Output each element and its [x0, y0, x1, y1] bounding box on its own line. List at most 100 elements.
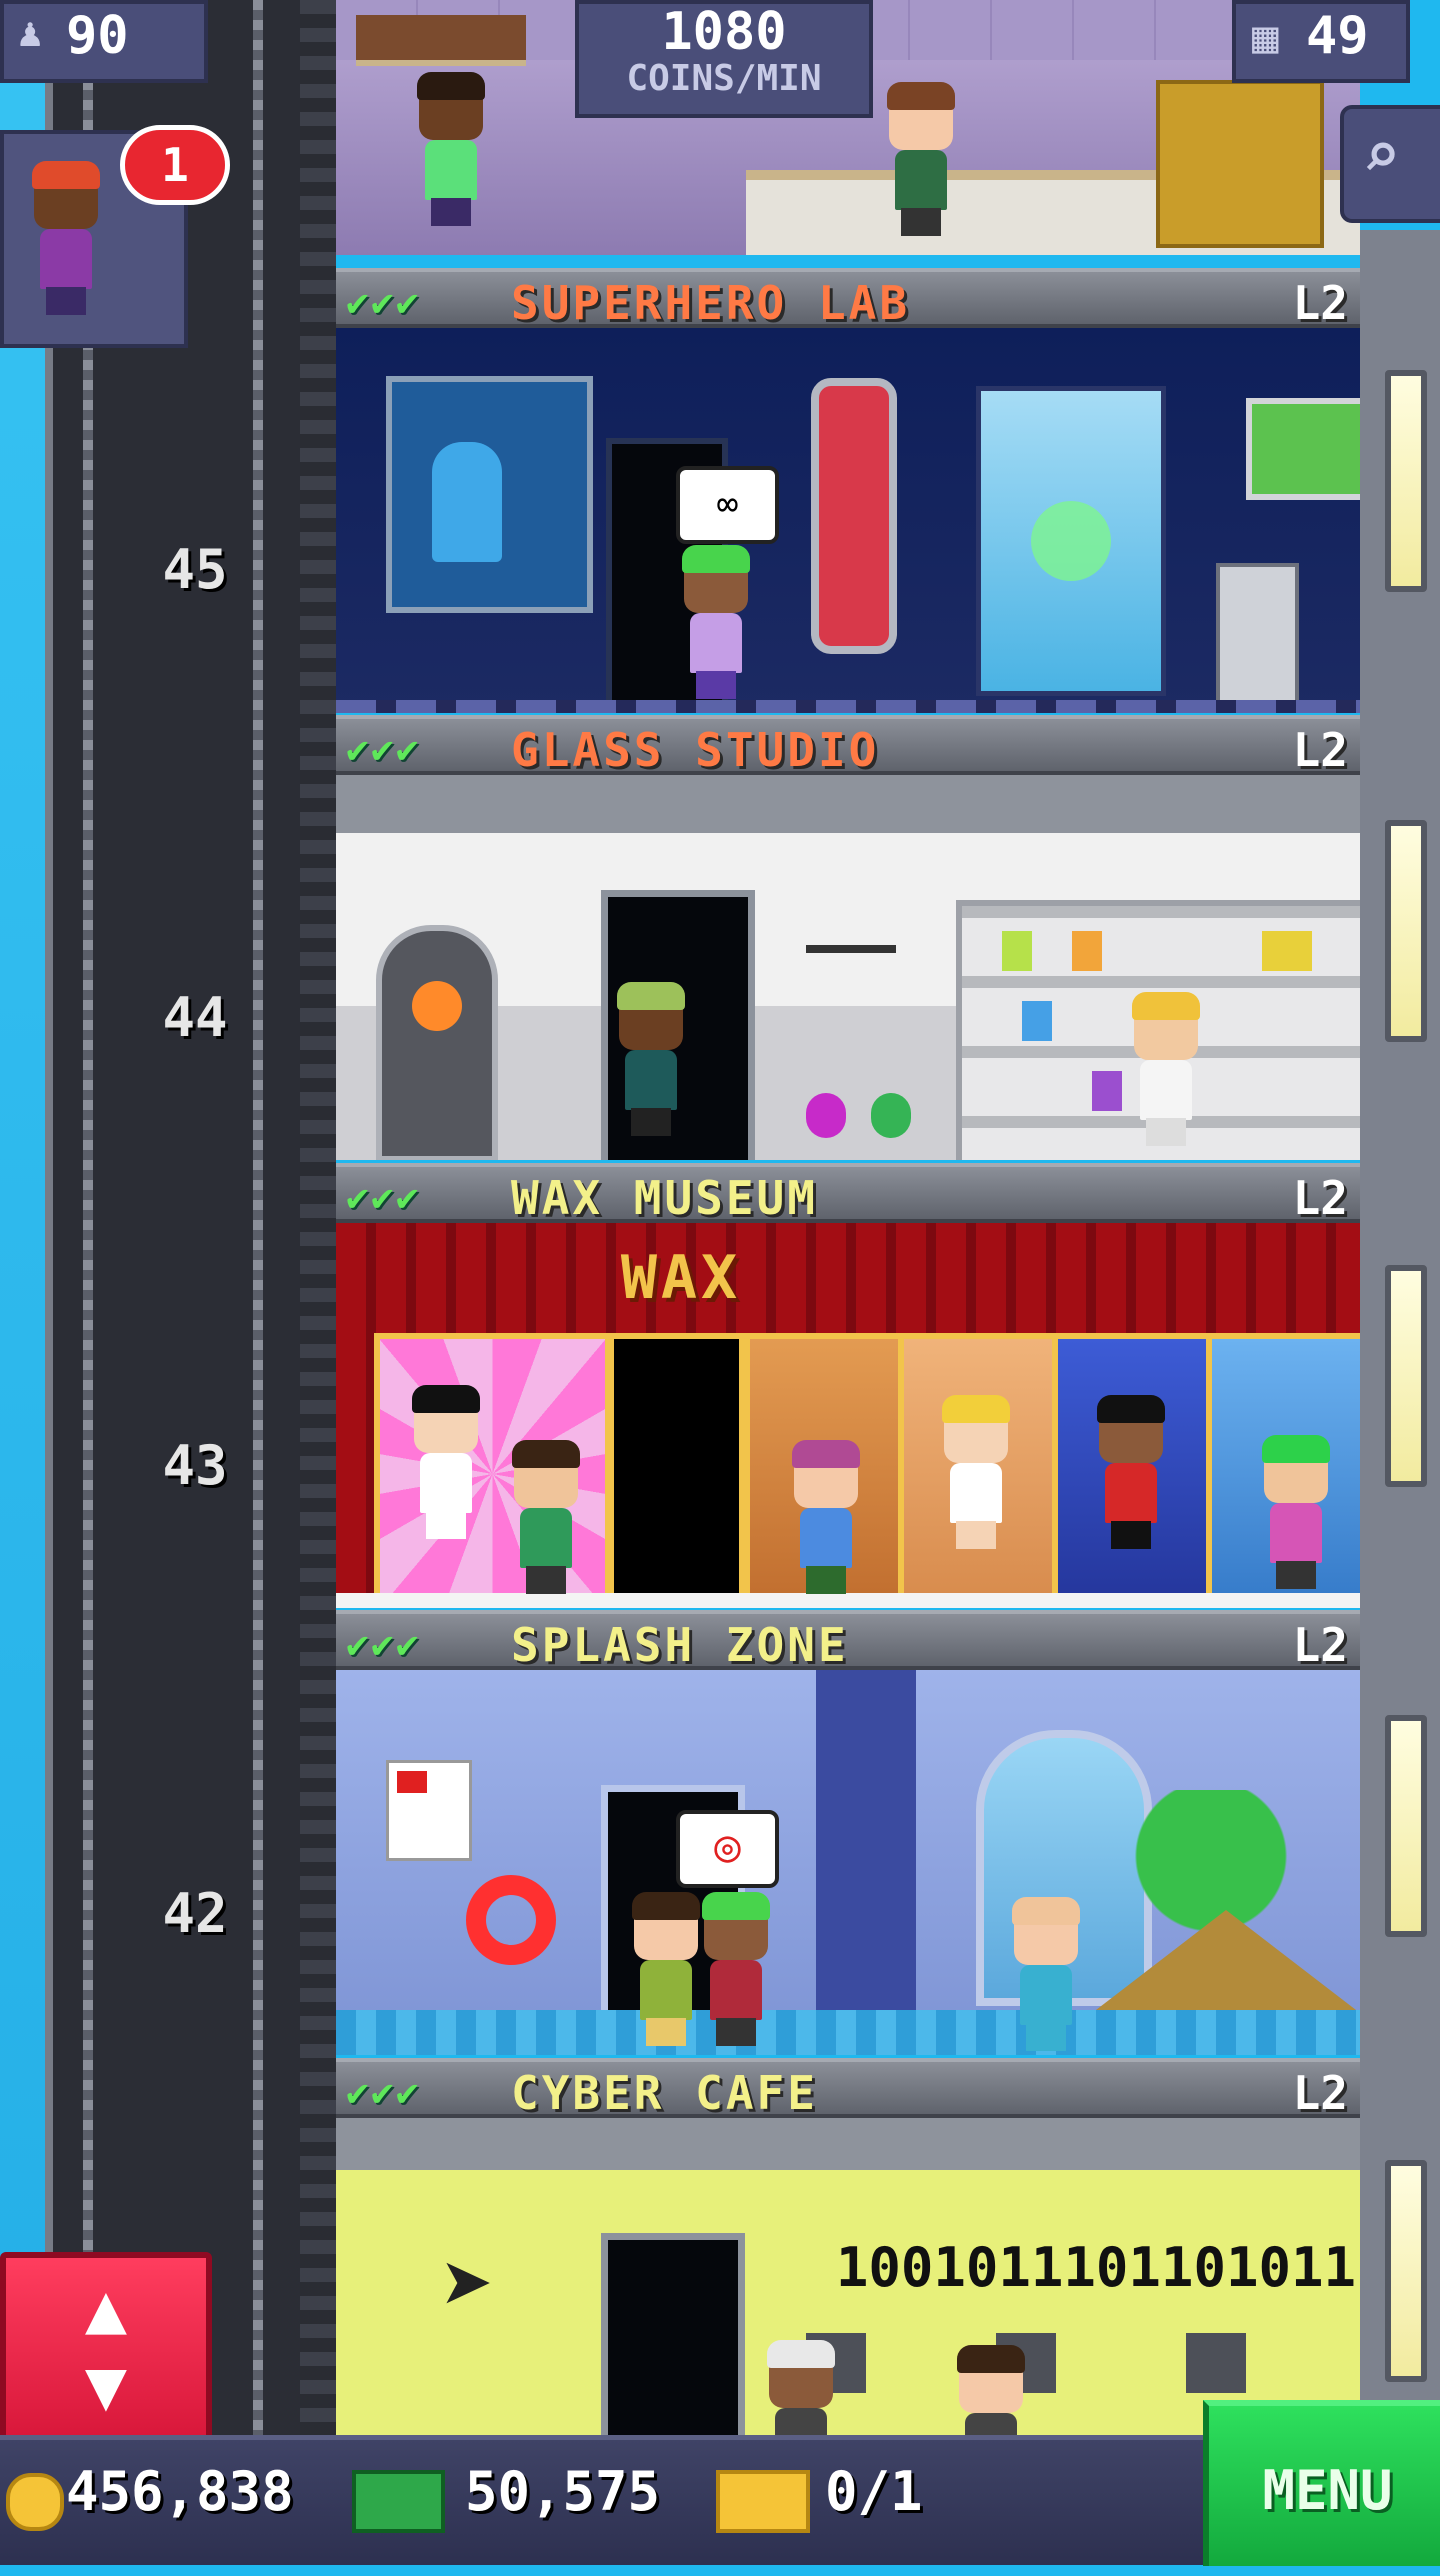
museum-door [608, 1333, 745, 1608]
elevator-button[interactable]: ▲ ▼ [0, 2252, 212, 2446]
magnifier-icon: ⌕ [1362, 119, 1401, 193]
elevator-floor-label: 44 [162, 986, 228, 1049]
tower-window [1385, 2160, 1427, 2382]
floor-level: L2 [1292, 723, 1348, 777]
visitor-avatar [26, 161, 106, 319]
bux-icon [352, 2470, 445, 2533]
population-box[interactable]: ♟ 90 [0, 0, 208, 83]
world-map [1246, 398, 1360, 500]
floor-name: GLASS STUDIO [511, 723, 880, 777]
tickets-value: 0/1 [825, 2460, 923, 2523]
tower-window [1385, 1715, 1427, 1937]
ticket-icon [716, 2470, 810, 2533]
speech-bubble: ∞ [676, 466, 779, 544]
superhero-lab-floor[interactable]: ∞ [336, 328, 1360, 713]
binary-wall-text: 1001011101101011 [835, 2236, 1356, 2299]
floor-level: L2 [1292, 1618, 1348, 1672]
bitizen[interactable] [881, 82, 961, 240]
star-checks: ✔✔✔ [346, 2070, 421, 2114]
shaft-frame [300, 0, 336, 2450]
floor-header-glass-studio[interactable]: ✔✔✔ GLASS STUDIO L2 [336, 715, 1360, 777]
star-checks: ✔✔✔ [346, 1622, 421, 1666]
floor-name: SPLASH ZONE [511, 1618, 849, 1672]
floors-count-box[interactable]: ▦ 49 [1232, 0, 1410, 83]
cyber-cafe-floor[interactable]: ➤ 1001011101101011 [336, 2118, 1360, 2438]
zoom-button[interactable]: ⌕ [1340, 105, 1440, 223]
floor-name: CYBER CAFE [511, 2066, 818, 2120]
star-checks: ✔✔✔ [346, 727, 421, 771]
population-count: 90 [66, 6, 129, 66]
population-icon: ♟ [18, 10, 43, 56]
floor-name: WAX MUSEUM [511, 1171, 818, 1225]
bitizen[interactable] [1006, 1897, 1086, 2055]
tower-window [1385, 1265, 1427, 1487]
coins-rate-box: 1080 COINS/MIN [575, 0, 873, 118]
floor-header-superhero-lab[interactable]: ✔✔✔ SUPERHERO LAB L2 [336, 268, 1360, 330]
cursor-icon: ➤ [441, 2233, 496, 2338]
notification-badge[interactable]: 1 [120, 125, 230, 205]
bitizen[interactable] [951, 2345, 1031, 2438]
bux-value: 50,575 [465, 2460, 661, 2523]
bitizen[interactable] [411, 72, 491, 230]
floor-header-splash-zone[interactable]: ✔✔✔ SPLASH ZONE L2 [336, 1610, 1360, 1672]
tool-rack [806, 945, 896, 1063]
floor-header-wax-museum[interactable]: ✔✔✔ WAX MUSEUM L2 [336, 1163, 1360, 1225]
glass-furnace [376, 925, 498, 1160]
up-arrow-icon: ▲ [84, 2267, 128, 2349]
bitizen[interactable] [626, 1892, 706, 2050]
computer-row [806, 2333, 1356, 2393]
tower-window [1385, 820, 1427, 1042]
star-checks: ✔✔✔ [346, 280, 421, 324]
oven-machine [1156, 80, 1324, 248]
floor-level: L2 [1292, 1171, 1348, 1225]
bitizen-worker[interactable] [1126, 992, 1206, 1150]
floor-header-cyber-cafe[interactable]: ✔✔✔ CYBER CAFE L2 [336, 2058, 1360, 2120]
dna-tube [811, 378, 897, 654]
floors-count: 49 [1306, 6, 1369, 66]
bitizen[interactable] [696, 1892, 776, 2050]
pool-water [336, 2010, 1360, 2055]
coins-rate-unit: COINS/MIN [626, 58, 822, 99]
notice-board [386, 1760, 472, 1861]
glass-vase [871, 1093, 911, 1138]
life-ring [466, 1875, 556, 1965]
glass-vase [806, 1093, 846, 1138]
elevator-cable [83, 0, 93, 2450]
bitizen[interactable] [1256, 1435, 1336, 1593]
menu-button[interactable]: MENU [1203, 2400, 1440, 2566]
shelf [356, 15, 526, 66]
sky-background [0, 0, 45, 2560]
cafe-door [601, 2233, 745, 2438]
elevator-cable [253, 0, 263, 2450]
ceiling-beam [336, 2118, 1360, 2170]
star-checks: ✔✔✔ [346, 1175, 421, 1219]
terminal [1216, 563, 1299, 711]
splash-zone-floor[interactable]: ◎ [336, 1670, 1360, 2055]
wax-figure [936, 1395, 1016, 1553]
floor-name: SUPERHERO LAB [511, 276, 911, 330]
wax-museum-floor[interactable]: WAX [336, 1223, 1360, 1608]
hero-scanner-screen [386, 376, 593, 613]
bitizen[interactable] [676, 545, 756, 703]
elevator-shaft [45, 0, 315, 2450]
hologram-chamber [976, 386, 1166, 696]
speech-bubble: ◎ [676, 1810, 779, 1888]
floor-level: L2 [1292, 276, 1348, 330]
coins-value: 456,838 [66, 2460, 294, 2523]
floor-level: L2 [1292, 2066, 1348, 2120]
wax-sign: WAX [620, 1243, 742, 1313]
glass-studio-floor[interactable] [336, 775, 1360, 1160]
bitizen[interactable] [761, 2340, 841, 2438]
wax-figure [1091, 1395, 1171, 1553]
lab-floor-stripe [336, 700, 1360, 713]
bitizen[interactable] [506, 1440, 586, 1598]
tower-window [1385, 370, 1427, 592]
building-icon: ▦ [1252, 12, 1279, 63]
elevator-floor-label: 43 [162, 1434, 228, 1497]
wax-figure [406, 1385, 486, 1543]
coin-icon [6, 2473, 64, 2531]
ceiling-beam [336, 775, 1360, 833]
bitizen[interactable] [786, 1440, 866, 1598]
bitizen[interactable] [611, 982, 691, 1140]
elevator-floor-label: 42 [162, 1882, 228, 1945]
